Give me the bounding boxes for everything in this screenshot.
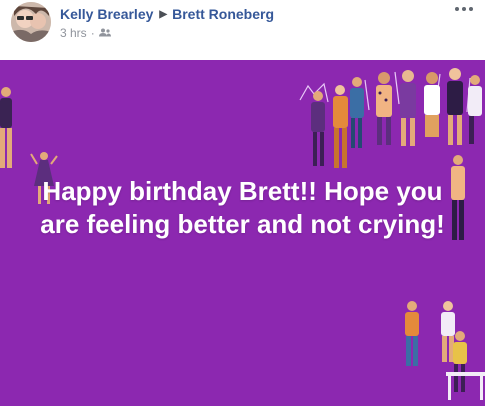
birthday-message: Happy birthday Brett!! Hope you are feel…: [40, 176, 445, 239]
avatar[interactable]: [11, 2, 51, 42]
post-meta: 3 hrs ·: [60, 26, 111, 40]
more-options-icon[interactable]: [453, 2, 475, 16]
post-title: Kelly Brearley ▶ Brett Roneberg: [60, 6, 274, 22]
birthday-banner: Happy birthday Brett!! Hope you are feel…: [0, 60, 485, 406]
post-header: Kelly Brearley ▶ Brett Roneberg 3 hrs ·: [0, 0, 485, 60]
meta-separator: ·: [90, 26, 95, 40]
author-name[interactable]: Kelly Brearley: [60, 6, 153, 22]
post-timestamp[interactable]: 3 hrs: [60, 26, 87, 40]
triangle-right-icon: ▶: [159, 8, 168, 20]
avatar-photo: [11, 2, 51, 42]
friends-icon[interactable]: [98, 26, 111, 40]
recipient-name[interactable]: Brett Roneberg: [172, 6, 274, 22]
